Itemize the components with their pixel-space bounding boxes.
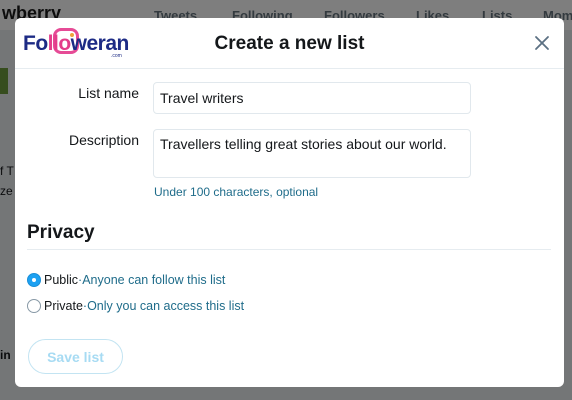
list-name-label: List name bbox=[78, 85, 139, 101]
description-label: Description bbox=[68, 132, 139, 148]
privacy-option-label: Private bbox=[44, 299, 83, 313]
dialog-header: Followeran .com Create a new list bbox=[15, 18, 564, 69]
dialog-title: Create a new list bbox=[214, 33, 365, 54]
list-name-input[interactable] bbox=[153, 82, 471, 114]
create-list-dialog: Followeran .com Create a new list List n… bbox=[15, 18, 564, 387]
save-list-button[interactable]: Save list bbox=[28, 339, 123, 374]
privacy-option-label: Public bbox=[44, 273, 79, 287]
radio-unselected-icon[interactable] bbox=[27, 299, 41, 313]
description-textarea[interactable]: Travellers telling great stories about o… bbox=[153, 129, 471, 178]
privacy-option-private[interactable]: Private · Only you can access this list bbox=[27, 297, 244, 315]
radio-selected-icon[interactable] bbox=[27, 273, 41, 287]
privacy-heading: Privacy bbox=[27, 222, 95, 243]
close-icon[interactable] bbox=[532, 33, 552, 53]
divider bbox=[27, 249, 551, 250]
description-hint: Under 100 characters, optional bbox=[154, 185, 319, 199]
privacy-option-public[interactable]: Public · Anyone can follow this list bbox=[27, 271, 225, 289]
privacy-option-description: Anyone can follow this list bbox=[82, 273, 226, 287]
privacy-option-description: Only you can access this list bbox=[87, 299, 245, 313]
